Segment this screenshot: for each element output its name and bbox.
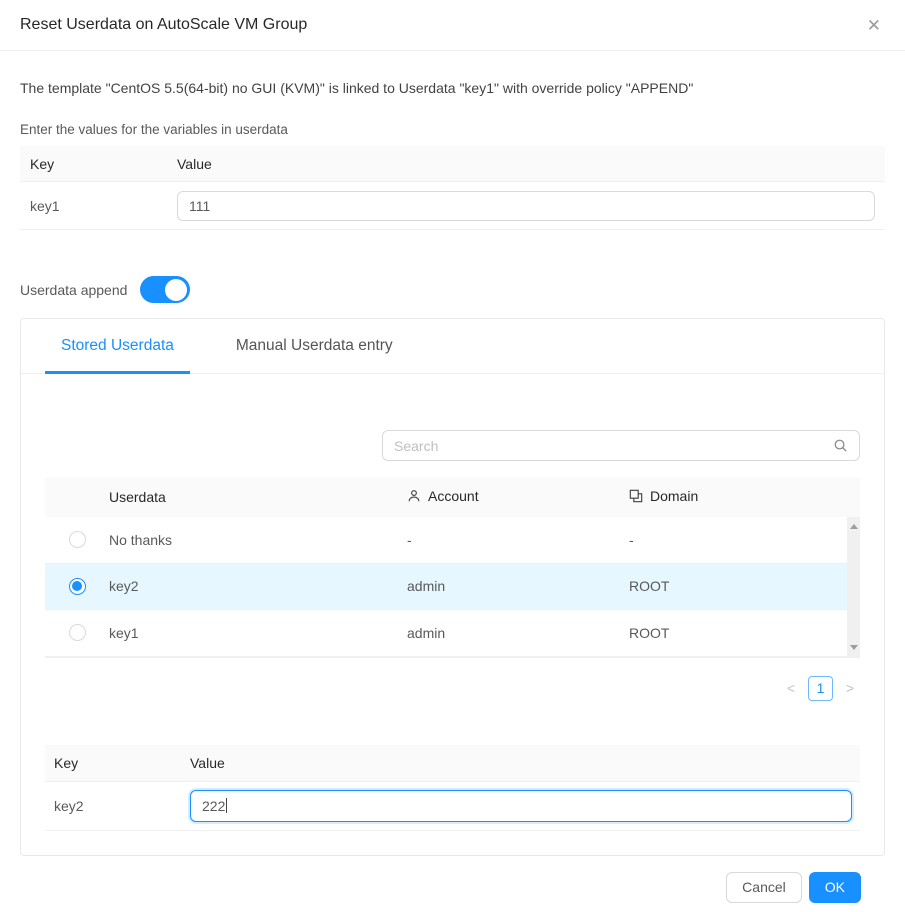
userdata-append-row: Userdata append	[20, 276, 885, 303]
stored-userdata-table: Userdata Account	[45, 477, 860, 658]
pagination: < 1 >	[45, 676, 860, 701]
next-page-icon[interactable]: >	[842, 680, 858, 696]
table-scrollbar[interactable]	[847, 517, 860, 657]
account-cell: admin	[407, 578, 629, 594]
card-content: Userdata Account	[21, 374, 884, 855]
domain-cell: -	[629, 532, 847, 548]
column-header-domain: Domain	[650, 488, 698, 504]
key-cell: key1	[20, 198, 177, 214]
table-row: key1	[20, 182, 885, 230]
userdata-cell: key1	[109, 625, 407, 641]
userdata-append-toggle[interactable]	[140, 276, 190, 303]
block-icon	[629, 489, 643, 503]
text-caret	[226, 798, 227, 813]
table-row-no-thanks[interactable]: No thanks - -	[45, 517, 847, 564]
radio-button[interactable]	[69, 624, 86, 641]
domain-cell: ROOT	[629, 625, 847, 641]
dialog-header: Reset Userdata on AutoScale VM Group ✕	[0, 0, 905, 51]
userdata-append-label: Userdata append	[20, 282, 127, 298]
column-header-value: Value	[177, 156, 885, 172]
table-header: Key Value	[20, 146, 885, 182]
value-input-key2-focused[interactable]: 222	[190, 790, 852, 822]
radio-button[interactable]	[69, 531, 86, 548]
column-header-key: Key	[20, 156, 177, 172]
input-text: 222	[202, 798, 225, 814]
column-header-userdata: Userdata	[109, 489, 407, 505]
userdata-card: Stored Userdata Manual Userdata entry	[20, 318, 885, 856]
scroll-up-icon[interactable]	[847, 519, 860, 533]
previous-page-icon[interactable]: <	[783, 680, 799, 696]
search-icon[interactable]	[833, 438, 848, 453]
top-key-value-table: Key Value key1	[20, 146, 885, 230]
stored-table-body: No thanks - - key2 admin ROOT key1	[45, 517, 860, 658]
reset-userdata-dialog: Reset Userdata on AutoScale VM Group ✕ T…	[0, 0, 905, 912]
bottom-key-value-table: Key Value key2 222	[45, 745, 860, 831]
search-input[interactable]	[394, 438, 833, 454]
tab-bar: Stored Userdata Manual Userdata entry	[21, 319, 884, 374]
table-row-key1[interactable]: key1 admin ROOT	[45, 610, 847, 657]
table-row-key2[interactable]: key2 admin ROOT	[45, 564, 847, 611]
search-row	[45, 374, 860, 461]
search-box	[382, 430, 860, 461]
variables-label: Enter the values for the variables in us…	[20, 122, 885, 137]
column-header-key: Key	[45, 755, 190, 771]
table-header: Key Value	[45, 745, 860, 782]
stored-table-header: Userdata Account	[45, 477, 860, 517]
scroll-down-icon[interactable]	[847, 641, 860, 655]
cancel-button[interactable]: Cancel	[726, 872, 802, 903]
user-icon	[407, 489, 421, 503]
dialog-title: Reset Userdata on AutoScale VM Group	[20, 16, 307, 34]
close-icon[interactable]: ✕	[863, 13, 885, 38]
tab-stored-userdata[interactable]: Stored Userdata	[45, 319, 190, 373]
tab-manual-userdata-entry[interactable]: Manual Userdata entry	[220, 319, 409, 373]
domain-cell: ROOT	[629, 578, 847, 594]
userdata-cell: key2	[109, 578, 407, 594]
account-cell: -	[407, 532, 629, 548]
template-link-message: The template "CentOS 5.5(64-bit) no GUI …	[20, 80, 885, 96]
column-header-account: Account	[428, 488, 479, 504]
dialog-body: The template "CentOS 5.5(64-bit) no GUI …	[0, 80, 905, 903]
column-header-value: Value	[190, 755, 860, 771]
userdata-cell: No thanks	[109, 532, 407, 548]
radio-button-checked[interactable]	[69, 578, 86, 595]
value-input-key1[interactable]	[177, 191, 875, 221]
account-cell: admin	[407, 625, 629, 641]
toggle-knob	[165, 279, 187, 301]
table-row: key2 222	[45, 782, 860, 831]
page-number-button[interactable]: 1	[808, 676, 833, 701]
ok-button[interactable]: OK	[809, 872, 861, 903]
dialog-footer: Cancel OK	[20, 856, 885, 903]
key-cell: key2	[45, 798, 190, 814]
